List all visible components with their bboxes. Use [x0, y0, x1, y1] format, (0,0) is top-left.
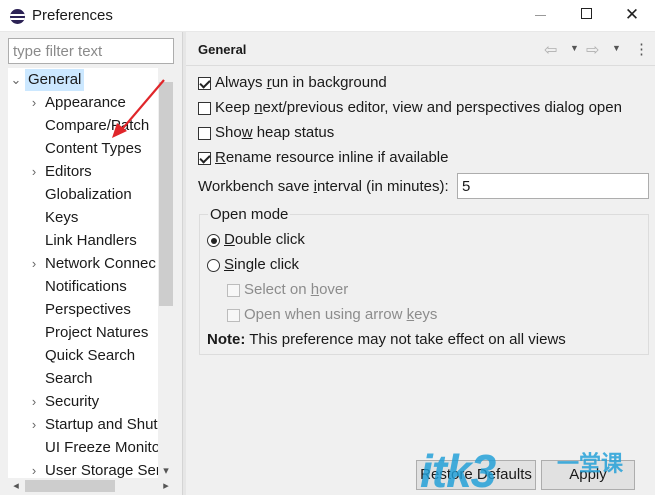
chevron-right-icon[interactable]: › — [28, 253, 40, 275]
tree-item[interactable]: Globalization — [8, 184, 158, 206]
tree-item[interactable]: Quick Search — [8, 345, 158, 367]
tree-item[interactable]: Notifications — [8, 276, 158, 298]
tree-item[interactable]: › Network Connec — [8, 253, 158, 275]
tree-item-label: User Storage Ser — [45, 462, 161, 478]
tree-item[interactable]: Keys — [8, 207, 158, 229]
keep-next-checkbox[interactable] — [198, 102, 211, 115]
maximize-button[interactable] — [563, 0, 609, 32]
forward-dropdown-icon[interactable]: ▼ — [612, 43, 621, 53]
watermark-logo-cn: 一堂课 — [557, 452, 624, 477]
tree-item[interactable]: UI Freeze Monito — [8, 437, 161, 459]
tree-item-label: UI Freeze Monito — [45, 439, 161, 456]
tree-horizontal-scrollbar[interactable]: ◂ ▸ — [8, 478, 174, 494]
always-run-checkbox[interactable] — [198, 77, 211, 90]
left-panel: ⌄General›AppearanceCompare/PatchContent … — [0, 32, 182, 495]
tree-item[interactable]: Link Handlers — [8, 230, 158, 252]
horizontal-scroll-thumb[interactable] — [25, 480, 115, 492]
annotation-arrow — [112, 79, 165, 138]
open-mode-group: Open mode Double click Single click Sele… — [199, 206, 649, 355]
tree-item-label: Keys — [45, 209, 79, 226]
tree-item-label: Quick Search — [45, 347, 136, 364]
tree-item[interactable]: Content Types — [8, 138, 158, 160]
tree-item[interactable]: › Security — [8, 391, 158, 413]
keep-next-label: Keep next/previous editor, view and pers… — [215, 99, 622, 116]
window-title: Preferences — [32, 7, 113, 24]
tree-item[interactable]: Perspectives — [8, 299, 158, 321]
tree-item-label: Security — [45, 393, 100, 410]
tree-item-label: Globalization — [45, 186, 132, 203]
tree-item[interactable]: Project Natures — [8, 322, 158, 344]
tree-item-label: Search — [45, 370, 93, 387]
tree-item-label: Project Natures — [45, 324, 149, 341]
save-interval-input[interactable] — [457, 173, 649, 199]
tree-item-label: Network Connec — [45, 255, 156, 272]
double-click-label: Double click — [224, 231, 305, 248]
double-click-radio[interactable] — [207, 234, 220, 247]
title-bar: Preferences ✕ — [0, 0, 655, 32]
tree-item[interactable]: › Startup and Shut — [8, 414, 158, 436]
chevron-right-icon[interactable]: › — [28, 391, 40, 413]
scroll-down-icon[interactable]: ▾ — [158, 464, 174, 478]
tree-item[interactable]: › Editors — [8, 161, 158, 183]
open-mode-title: Open mode — [208, 206, 291, 223]
forward-arrow-icon[interactable]: ⇨ — [586, 40, 599, 60]
tree-item[interactable]: › User Storage Ser — [8, 460, 161, 478]
chevron-right-icon[interactable]: › — [28, 414, 40, 436]
rename-inline-label: Rename resource inline if available — [215, 149, 449, 166]
page-title: General — [198, 42, 247, 57]
scroll-right-icon[interactable]: ▸ — [158, 478, 174, 494]
back-dropdown-icon[interactable]: ▼ — [570, 43, 579, 53]
tree-item-label: Editors — [45, 163, 92, 180]
tree-item-label: Perspectives — [45, 301, 131, 318]
chevron-right-icon[interactable]: › — [28, 161, 40, 183]
open-with-arrow-keys-checkbox[interactable] — [227, 309, 240, 322]
filter-input[interactable] — [8, 38, 174, 64]
back-arrow-icon[interactable]: ⇦ — [544, 40, 557, 60]
always-run-label: Always run in background — [215, 74, 387, 91]
tree-item-label: Link Handlers — [45, 232, 137, 249]
tree-item-label: General — [25, 69, 85, 91]
close-icon: ✕ — [624, 5, 640, 24]
single-click-radio[interactable] — [207, 259, 220, 272]
rename-inline-checkbox[interactable] — [198, 152, 211, 165]
preference-page: General ⇦ ▼ ⇨ ▼ ⋮ Always run in backgrou… — [186, 32, 655, 495]
page-header: General ⇦ ▼ ⇨ ▼ ⋮ — [186, 32, 655, 66]
show-heap-checkbox[interactable] — [198, 127, 211, 140]
tree-item-label: Startup and Shut — [45, 416, 158, 433]
open-mode-note: Note: This preference may not take effec… — [207, 331, 566, 348]
view-menu-icon[interactable]: ⋮ — [634, 40, 649, 58]
close-button[interactable]: ✕ — [609, 0, 655, 32]
minimize-icon — [534, 14, 546, 16]
select-on-hover-label: Select on hover — [244, 281, 349, 298]
tree-item-label: Content Types — [45, 140, 142, 157]
minimize-button[interactable] — [517, 0, 563, 32]
chevron-down-icon[interactable]: ⌄ — [10, 69, 22, 91]
chevron-right-icon[interactable]: › — [28, 460, 40, 478]
eclipse-app-icon — [10, 9, 25, 24]
chevron-right-icon[interactable]: › — [28, 92, 40, 114]
tree-item-label: Notifications — [45, 278, 127, 295]
watermark-logo: itk3 — [420, 445, 496, 495]
select-on-hover-checkbox[interactable] — [227, 284, 240, 297]
tree-item[interactable]: Search — [8, 368, 158, 390]
save-interval-label: Workbench save interval (in minutes): — [198, 178, 449, 195]
maximize-icon — [580, 8, 592, 20]
show-heap-label: Show heap status — [215, 124, 335, 141]
open-with-arrow-keys-label: Open when using arrow keys — [244, 306, 438, 323]
single-click-label: Single click — [224, 256, 300, 273]
scroll-left-icon[interactable]: ◂ — [8, 478, 24, 494]
